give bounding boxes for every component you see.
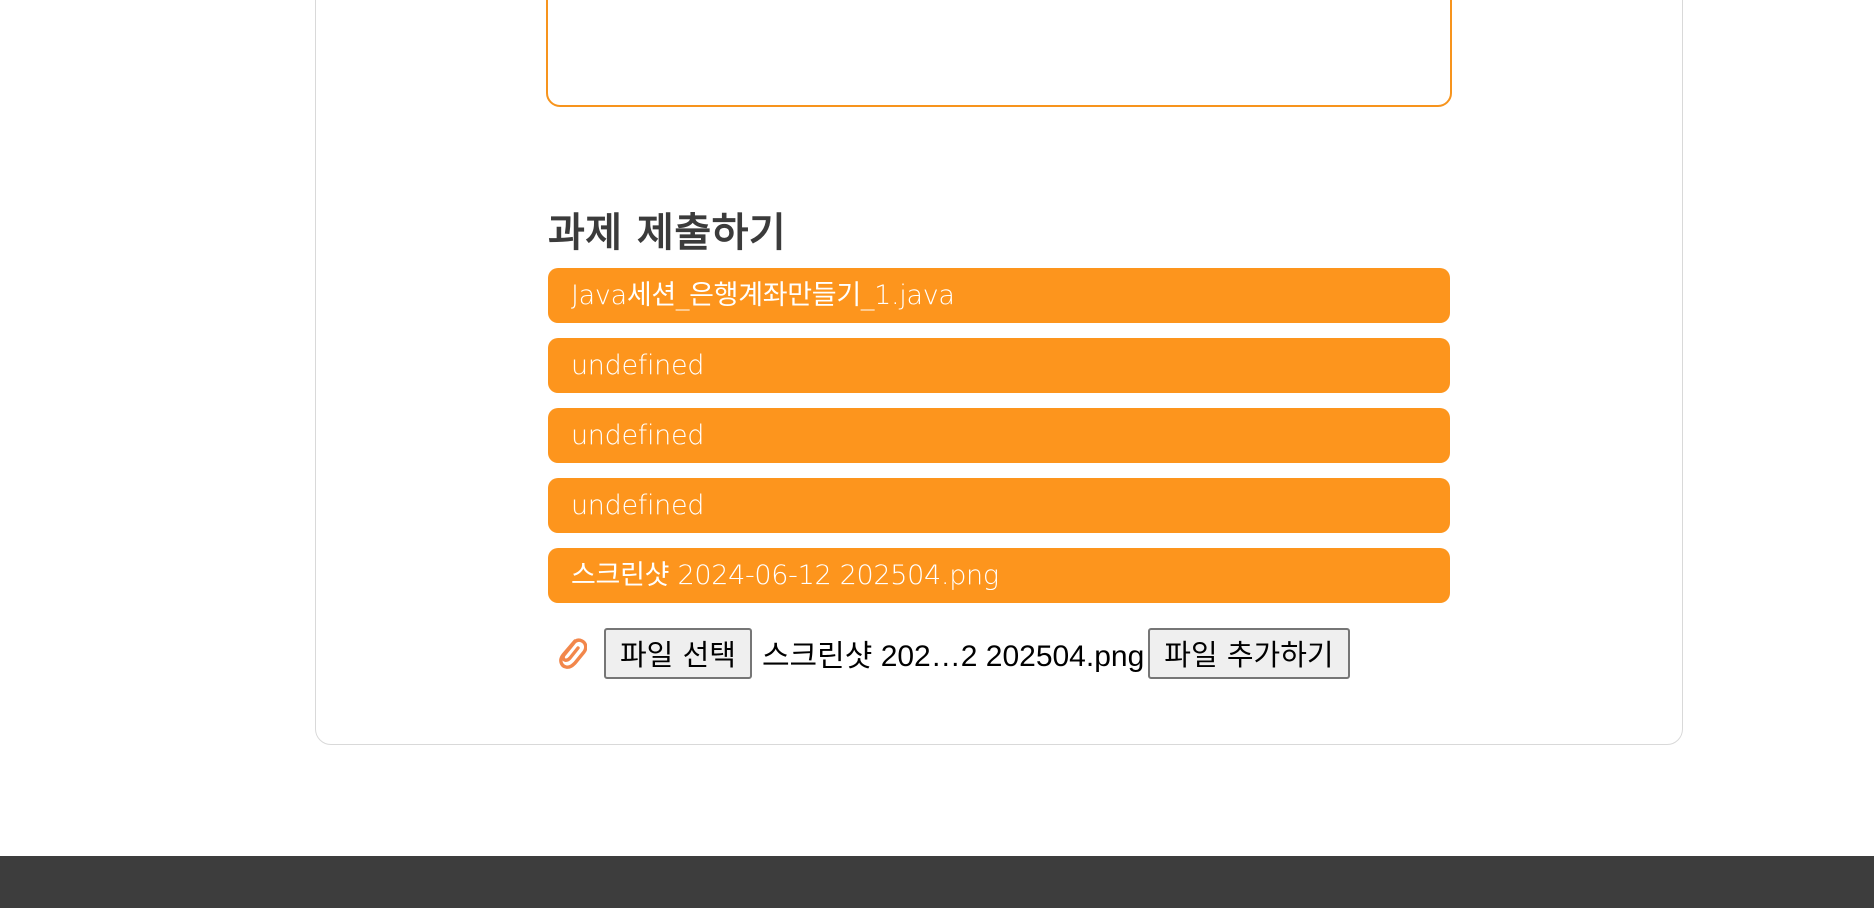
submitted-file-item[interactable]: undefined [548, 338, 1450, 393]
paperclip-icon [555, 633, 588, 673]
submitted-file-item[interactable]: 스크린샷 2024-06-12 202504.png [548, 548, 1450, 603]
submitted-file-item[interactable]: undefined [548, 408, 1450, 463]
section-title: 과제 제출하기 [548, 210, 787, 256]
submitted-file-item[interactable]: undefined [548, 478, 1450, 533]
submitted-file-list: Java세션_은행계좌만들기_1.java undefined undefine… [548, 268, 1450, 618]
choose-file-button[interactable]: 파일 선택 [604, 627, 752, 679]
page-footer [0, 856, 1874, 908]
selected-file-name: 스크린샷 202…2 202504.png [761, 640, 1145, 673]
submitted-file-item[interactable]: Java세션_은행계좌만들기_1.java [548, 268, 1450, 323]
add-file-button[interactable]: 파일 추가하기 [1148, 627, 1350, 679]
file-upload-row: 파일 선택 스크린샷 202…2 202504.png 파일 추가하기 [555, 627, 1350, 679]
comment-textarea[interactable] [546, 0, 1452, 107]
